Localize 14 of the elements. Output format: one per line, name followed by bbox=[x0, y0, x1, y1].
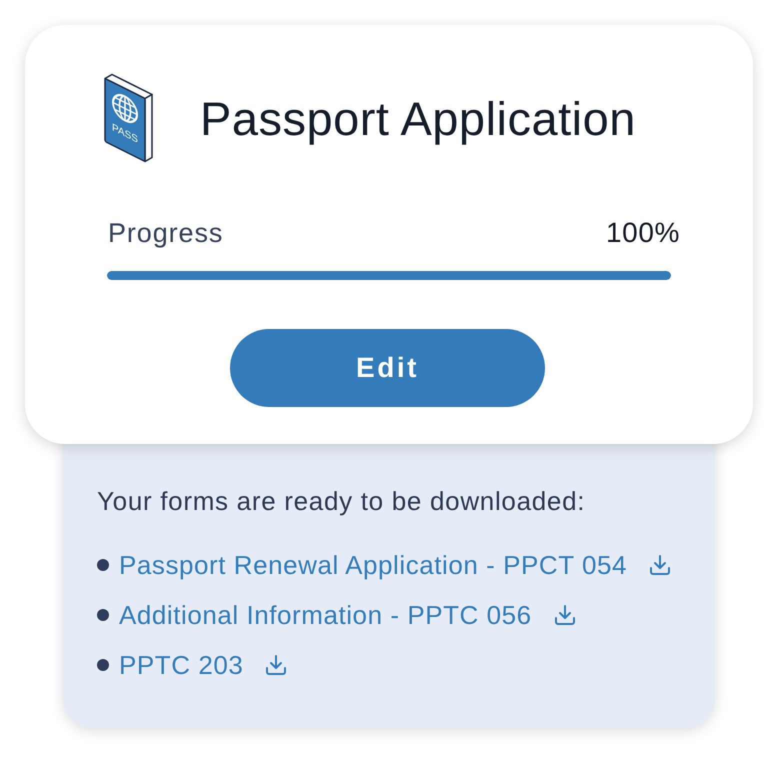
progress-value: 100% bbox=[606, 217, 680, 249]
progress-label: Progress bbox=[108, 218, 224, 248]
downloads-intro: Your forms are ready to be downloaded: bbox=[97, 486, 586, 516]
download-icon[interactable] bbox=[552, 603, 577, 627]
edit-button[interactable]: Edit bbox=[230, 329, 545, 407]
file-link[interactable]: PPTC 203 bbox=[119, 650, 244, 680]
card-title: Passport Application bbox=[200, 90, 636, 146]
file-link[interactable]: Passport Renewal Application - PPCT 054 bbox=[119, 550, 628, 580]
file-link[interactable]: Additional Information - PPTC 056 bbox=[119, 600, 532, 630]
download-icon[interactable] bbox=[648, 553, 672, 577]
bullet-icon bbox=[97, 559, 109, 571]
bullet-icon bbox=[97, 659, 109, 671]
bullet-icon bbox=[97, 609, 109, 621]
download-icon[interactable] bbox=[264, 653, 288, 677]
